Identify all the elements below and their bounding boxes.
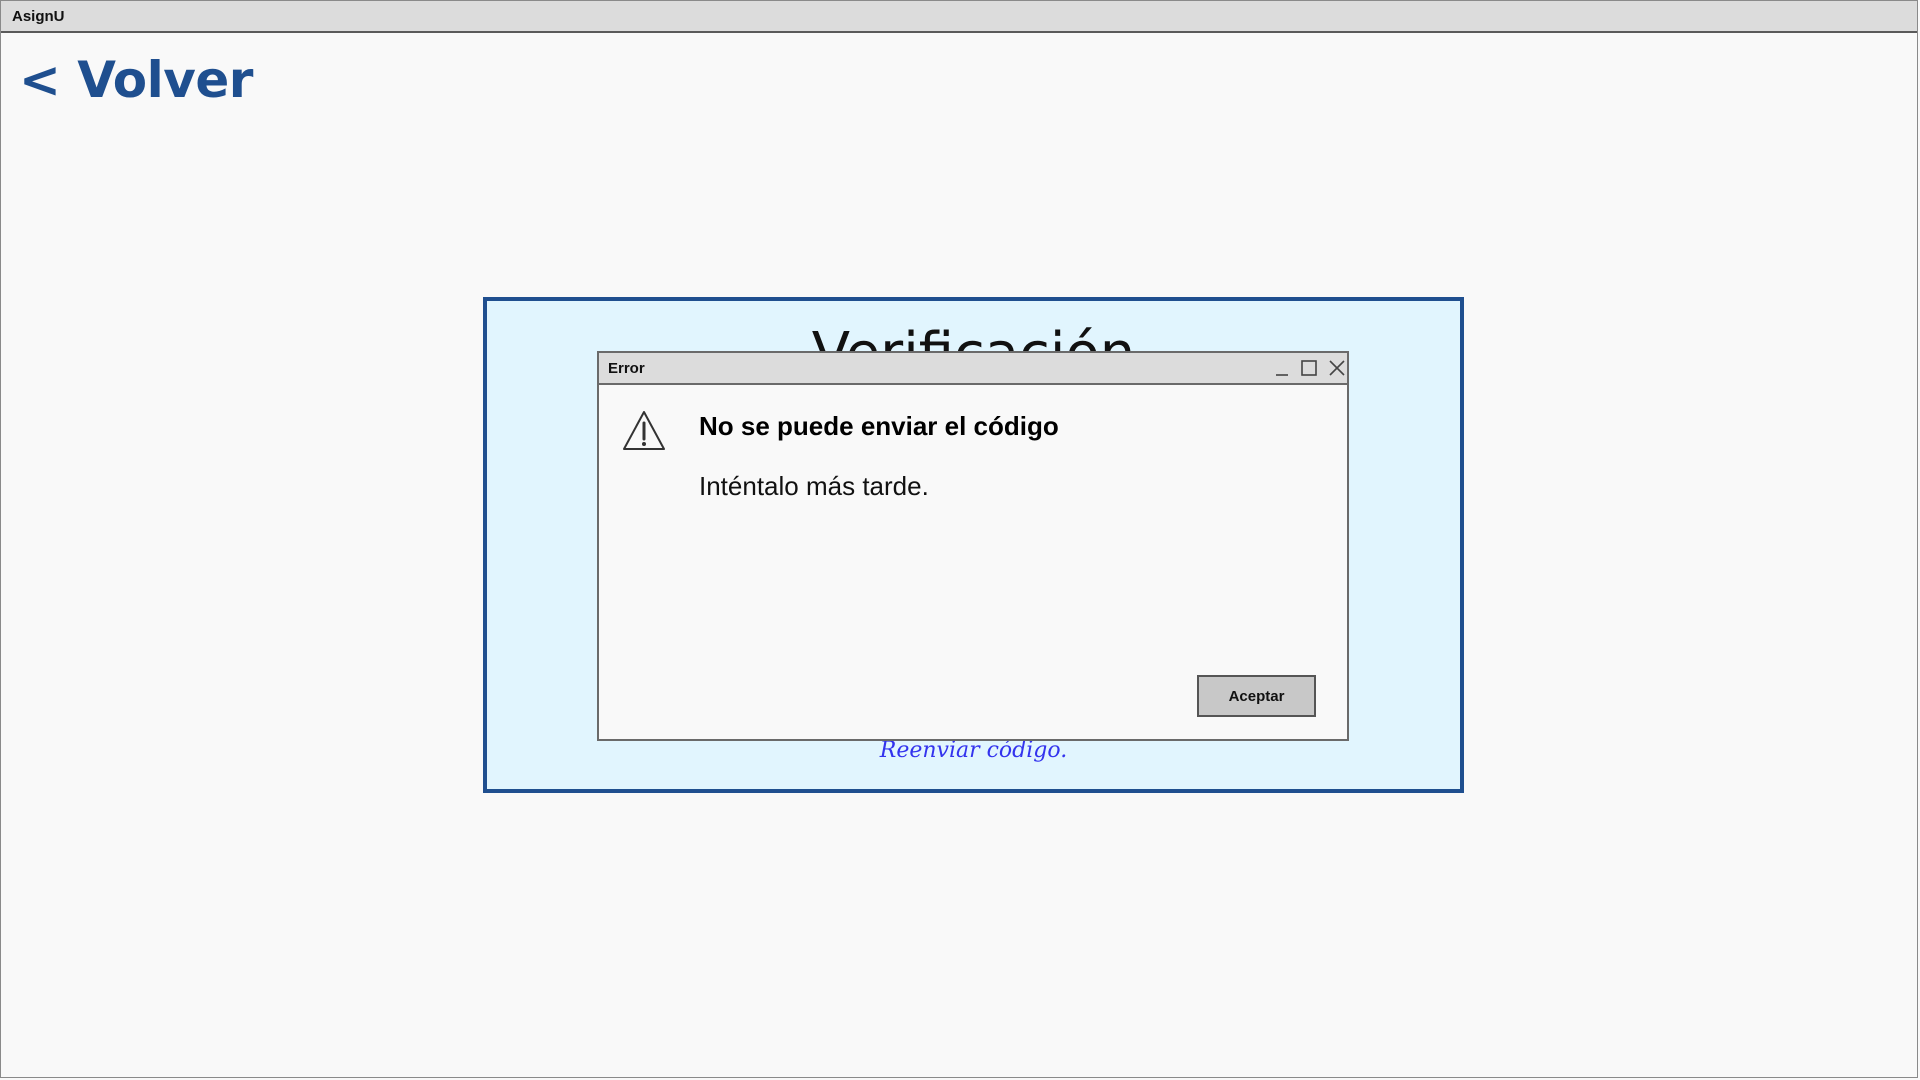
warning-icon (621, 409, 667, 453)
app-titlebar: AsignU (1, 1, 1917, 33)
dialog-message: Inténtalo más tarde. (699, 471, 929, 501)
minimize-icon[interactable] (1271, 357, 1293, 379)
maximize-icon[interactable] (1298, 357, 1320, 379)
dialog-title: Error (608, 360, 645, 377)
error-dialog: Error No se puede enviar el código Intén… (597, 351, 1349, 741)
resend-code-link[interactable]: Reenviar código. (487, 738, 1460, 763)
dialog-titlebar[interactable]: Error (599, 353, 1347, 385)
accept-button[interactable]: Aceptar (1197, 675, 1316, 717)
app-title: AsignU (12, 8, 65, 25)
close-icon[interactable] (1326, 357, 1348, 379)
back-link[interactable]: < Volver (19, 51, 253, 109)
app-window: AsignU < Volver Verificación Reenviar có… (0, 0, 1918, 1078)
dialog-heading: No se puede enviar el código (699, 411, 1059, 441)
